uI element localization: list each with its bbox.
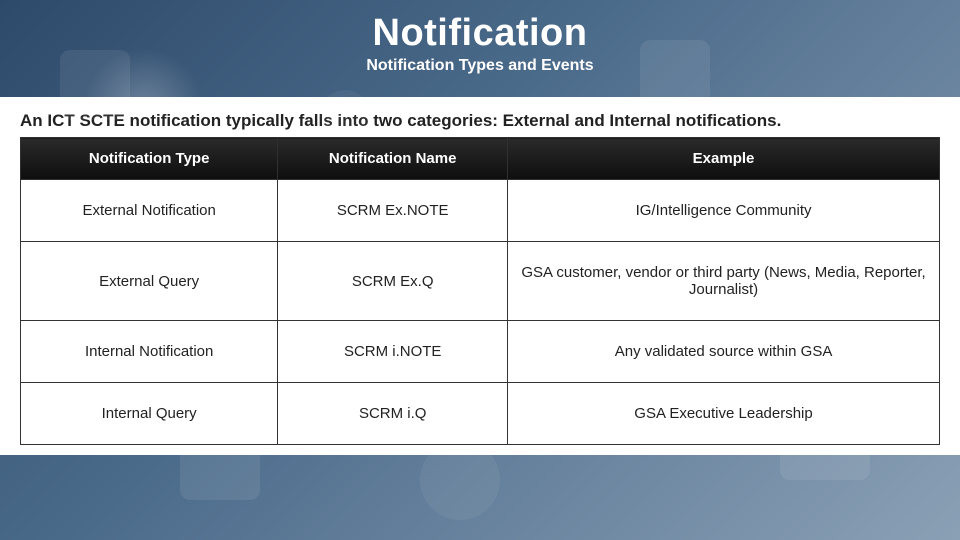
decorative-icon — [60, 50, 130, 120]
cell-name: SCRM i.Q — [278, 383, 508, 445]
cell-name: SCRM Ex.NOTE — [278, 180, 508, 242]
table-row: Internal Query SCRM i.Q GSA Executive Le… — [21, 383, 940, 445]
decorative-icon — [640, 40, 710, 110]
table-row: Internal Notification SCRM i.NOTE Any va… — [21, 321, 940, 383]
slide-header: Notification Notification Types and Even… — [0, 0, 960, 75]
notification-table-wrap: Notification Type Notification Name Exam… — [20, 137, 940, 445]
cell-example: Any validated source within GSA — [508, 321, 940, 383]
table-row: External Query SCRM Ex.Q GSA customer, v… — [21, 242, 940, 321]
cell-type: External Notification — [21, 180, 278, 242]
cell-example: GSA Executive Leadership — [508, 383, 940, 445]
cell-example: IG/Intelligence Community — [508, 180, 940, 242]
cell-example: GSA customer, vendor or third party (New… — [508, 242, 940, 321]
cell-type: External Query — [21, 242, 278, 321]
cell-name: SCRM i.NOTE — [278, 321, 508, 383]
intro-band: An ICT SCTE notification typically falls… — [0, 97, 960, 455]
page-subtitle: Notification Types and Events — [0, 57, 960, 75]
table-row: External Notification SCRM Ex.NOTE IG/In… — [21, 180, 940, 242]
col-header-example: Example — [508, 138, 940, 180]
intro-text: An ICT SCTE notification typically falls… — [20, 111, 940, 131]
page-title: Notification — [0, 12, 960, 55]
decorative-icon — [320, 90, 370, 140]
cell-name: SCRM Ex.Q — [278, 242, 508, 321]
col-header-name: Notification Name — [278, 138, 508, 180]
col-header-type: Notification Type — [21, 138, 278, 180]
notification-table: Notification Type Notification Name Exam… — [20, 137, 940, 445]
cell-type: Internal Query — [21, 383, 278, 445]
decorative-fade — [0, 480, 960, 540]
table-header-row: Notification Type Notification Name Exam… — [21, 138, 940, 180]
cell-type: Internal Notification — [21, 321, 278, 383]
